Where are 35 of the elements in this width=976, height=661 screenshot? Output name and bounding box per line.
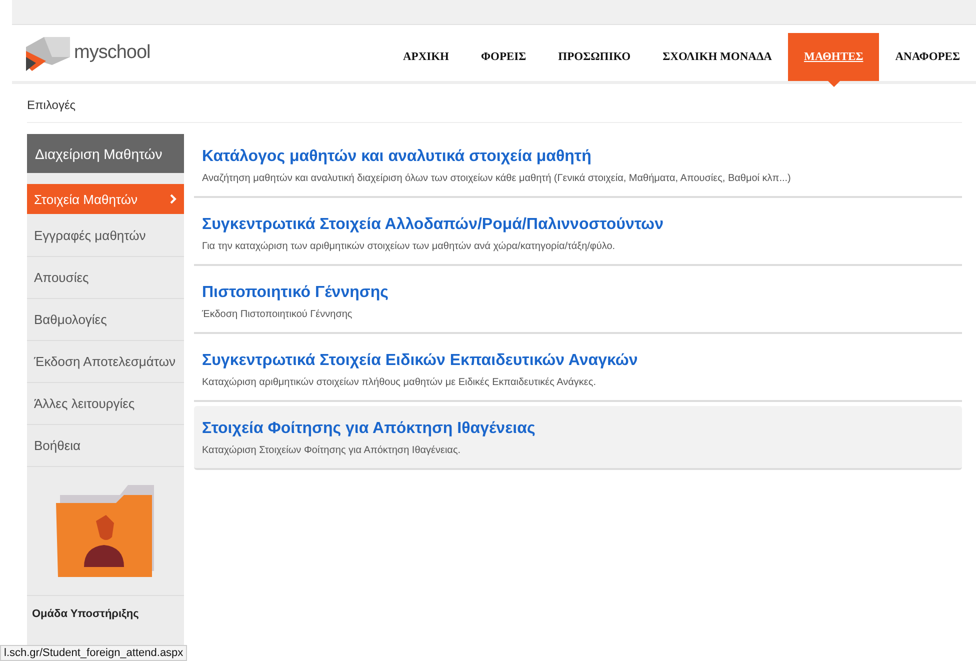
option-card[interactable]: Συγκεντρωτικά Στοιχεία Ειδικών Εκπαιδευτικών Αναγκών Καταχώριση αριθμητικών στοιχείων πλήθους μαθητών με Ειδικές Εκπαιδευτικές Ανάγκες. [194,338,962,402]
option-link[interactable]: Στοιχεία Φοίτησης για Απόκτηση Ιθαγένειας [202,420,954,438]
chevron-icon [170,194,177,204]
sidebar-item[interactable]: Άλλες λειτουργίες [27,383,184,425]
option-description: Για την καταχώριση των αριθμητικών στοιχείων των μαθητών ανά χώρα/κατηγορία/τάξη/φύλο. [202,241,616,252]
option-card[interactable]: Πιστοποιητικό Γέννησης Έκδοση Πιστοποιητικού Γέννησης [194,270,962,334]
tab-pointer-icon [828,81,840,87]
option-description: Καταχώριση αριθμητικών στοιχείων πλήθους μαθητών με Ειδικές Εκπαιδευτικές Ανάγκες. [202,377,597,388]
nav-tab[interactable]: ΑΡΧΙΚΗ [386,33,465,81]
breadcrumb: Επιλογές [27,98,76,112]
option-description: Έκδοση Πιστοποιητικού Γέννησης [202,309,354,320]
nav-tab[interactable]: ΦΟΡΕΙΣ [464,33,542,81]
option-link[interactable]: Συγκεντρωτικά Στοιχεία Ειδικών Εκπαιδευτικών Αναγκών [202,352,954,370]
option-card[interactable]: Κατάλογος μαθητών και αναλυτικά στοιχεία μαθητή Αναζήτηση μαθητών και αναλυτική διαχείριση όλων των στοιχείων κάθε μαθητή (Γενικά στοιχεία, Μαθήματα, Απουσίες, Βαθμοί κλπ...) [194,134,962,198]
option-card[interactable]: Στοιχεία Φοίτησης για Απόκτηση Ιθαγένειας Καταχώριση Στοιχείων Φοίτησης για Απόκτηση Ιθαγένειας. [194,406,962,470]
option-description: Αναζήτηση μαθητών και αναλυτική διαχείριση όλων των στοιχείων κάθε μαθητή (Γενικά στοιχεία, Μαθήματα, Απουσίες, Βαθμοί κλπ...) [202,173,792,184]
option-link[interactable]: Συγκεντρωτικά Στοιχεία Αλλοδαπών/Ρομά/Παλιννοστούντων [202,216,954,234]
status-url: l.sch.gr/Student_foreign_attend.aspx [0,645,188,661]
sidebar-item[interactable]: Βοήθεια [27,425,184,467]
sidebar-item[interactable]: Απουσίες [27,257,184,299]
option-description: Καταχώριση Στοιχείων Φοίτησης για Απόκτηση Ιθαγένειας. [202,445,462,456]
option-link[interactable]: Πιστοποιητικό Γέννησης [202,284,954,302]
sidebar-title: Διαχείριση Μαθητών [27,134,184,173]
logo-text: myschool [74,42,150,64]
sidebar-item[interactable]: Έκδοση Αποτελεσμάτων [27,341,184,383]
option-link[interactable]: Κατάλογος μαθητών και αναλυτικά στοιχεία μαθητή [202,148,954,166]
sidebar-item[interactable]: Στοιχεία Μαθητών [27,184,184,214]
sidebar-item[interactable]: Εγγραφές μαθητών [27,215,184,257]
logo-icon [26,35,70,71]
sidebar-item[interactable]: Βαθμολογίες [27,299,184,341]
nav-tab[interactable]: ΣΧΟΛΙΚΗ ΜΟΝΑΔΑ [646,33,788,81]
option-card[interactable]: Συγκεντρωτικά Στοιχεία Αλλοδαπών/Ρομά/Παλιννοστούντων Για την καταχώριση των αριθμητικών στοιχείων των μαθητών ανά χώρα/κατηγορία/τάξη/φύλο. [194,202,962,266]
nav-tab[interactable]: ΑΝΑΦΟΡΕΣ [879,33,976,81]
support-heading: Ομάδα Υποστήριξης [27,595,184,620]
nav-tab[interactable]: ΠΡΟΣΩΠΙΚΟ [542,33,647,81]
